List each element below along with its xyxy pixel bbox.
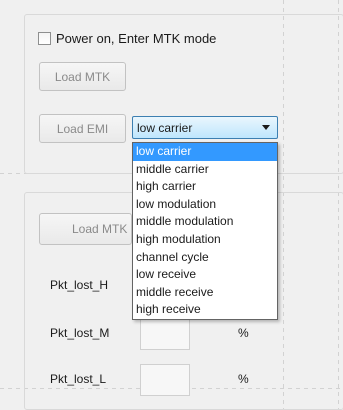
- chevron-down-icon[interactable]: [262, 125, 270, 130]
- load-emi-button[interactable]: Load EMI: [39, 114, 126, 143]
- mode-select[interactable]: low carrier: [132, 116, 278, 139]
- mode-dropdown-list[interactable]: low carrier middle carrier high carrier …: [132, 142, 278, 320]
- dropdown-option[interactable]: middle modulation: [133, 213, 277, 231]
- dropdown-option[interactable]: low modulation: [133, 196, 277, 214]
- power-on-checkbox-label: Power on, Enter MTK mode: [56, 31, 217, 46]
- load-mtk-button-label: Load MTK: [54, 69, 111, 84]
- dropdown-option[interactable]: high modulation: [133, 231, 277, 249]
- dropdown-option[interactable]: low receive: [133, 266, 277, 284]
- load-mtk-button[interactable]: Load MTK: [39, 62, 126, 91]
- load-mtk-button-2-label: Load MTK: [72, 222, 128, 236]
- load-emi-button-label: Load EMI: [56, 121, 109, 136]
- pkt-lost-h-label: Pkt_lost_H: [50, 278, 109, 292]
- load-mtk-button-2[interactable]: Load MTK: [39, 213, 132, 245]
- pkt-lost-m-unit: %: [238, 326, 249, 340]
- mtk-test-panel: Power on, Enter MTK mode Load MTK Load E…: [0, 0, 343, 410]
- dropdown-option[interactable]: high carrier: [133, 178, 277, 196]
- dropdown-option[interactable]: middle receive: [133, 284, 277, 302]
- dropdown-option[interactable]: middle carrier: [133, 161, 277, 179]
- pkt-lost-l-field[interactable]: [140, 364, 190, 396]
- pkt-lost-m-field[interactable]: [140, 318, 190, 350]
- dropdown-option[interactable]: high receive: [133, 301, 277, 319]
- mode-select-value: low carrier: [137, 120, 193, 135]
- pkt-lost-l-unit: %: [238, 372, 249, 386]
- dropdown-option[interactable]: low carrier: [133, 143, 277, 161]
- power-on-checkbox[interactable]: [38, 32, 51, 45]
- pkt-lost-m-label: Pkt_lost_M: [50, 326, 110, 340]
- pkt-lost-l-label: Pkt_lost_L: [50, 372, 107, 386]
- power-on-checkbox-row[interactable]: Power on, Enter MTK mode: [38, 31, 216, 46]
- dropdown-option[interactable]: channel cycle: [133, 249, 277, 267]
